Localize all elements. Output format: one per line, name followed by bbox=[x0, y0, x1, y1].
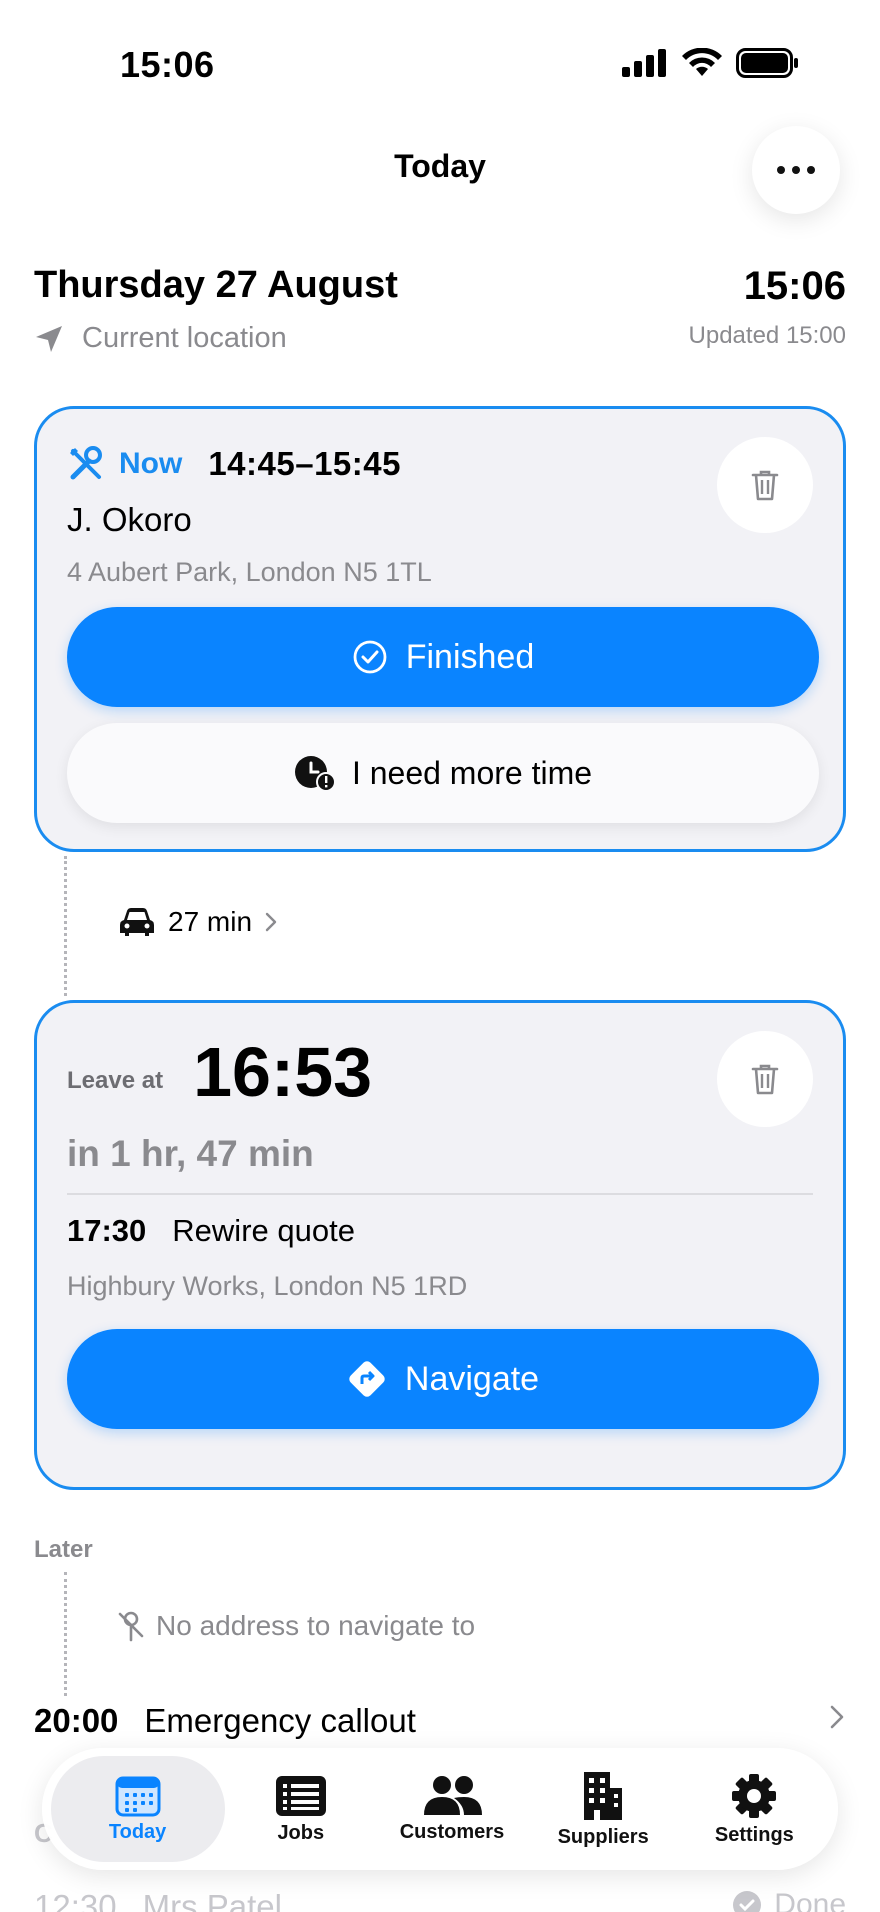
wifi-icon bbox=[682, 48, 722, 76]
checkmark-circle-icon bbox=[353, 640, 387, 674]
cellular-signal-icon bbox=[622, 49, 666, 77]
tab-today[interactable]: Today bbox=[50, 1756, 225, 1862]
updated-label: Updated 15:00 bbox=[688, 322, 846, 349]
trash-icon bbox=[751, 1064, 779, 1095]
tab-label: Today bbox=[108, 1820, 167, 1843]
building-icon bbox=[584, 1771, 623, 1820]
later-job-row[interactable]: 20:00 Emergency callout bbox=[34, 1702, 846, 1740]
done-badge: Done bbox=[732, 1888, 846, 1912]
tab-bar: Today Jobs Customers Suppliers Settings bbox=[42, 1748, 838, 1870]
more-dot bbox=[807, 166, 815, 174]
completed-job-time: 12:30 bbox=[34, 1888, 117, 1912]
next-job-card[interactable]: Leave at 16:53 in 1 hr, 47 min 17:30 Rew… bbox=[34, 1000, 846, 1490]
checkmark-circle-icon bbox=[733, 1891, 762, 1912]
status-bar: 15:06 bbox=[0, 0, 880, 120]
tab-label: Settings bbox=[714, 1823, 794, 1846]
current-job-header: Now 14:45–15:45 bbox=[67, 445, 401, 483]
no-address-row: No address to navigate to bbox=[116, 1610, 475, 1642]
next-job-address: Highbury Works, London N5 1RD bbox=[67, 1271, 468, 1301]
leave-at-label: Leave at bbox=[67, 1067, 164, 1094]
page-title: Today bbox=[394, 148, 486, 184]
more-dot bbox=[792, 166, 800, 174]
more-dot bbox=[777, 166, 785, 174]
people-icon bbox=[423, 1775, 482, 1815]
status-icons bbox=[622, 48, 800, 78]
calendar-icon bbox=[115, 1776, 161, 1816]
tools-icon bbox=[70, 446, 102, 480]
location-row[interactable]: Current location bbox=[34, 322, 287, 355]
date-title: Thursday 27 August bbox=[34, 264, 398, 306]
tab-label: Suppliers bbox=[557, 1825, 649, 1848]
leave-countdown: in 1 hr, 47 min bbox=[67, 1133, 314, 1174]
delete-job-button[interactable] bbox=[717, 437, 813, 533]
later-job-time: 20:00 bbox=[34, 1702, 119, 1739]
delete-job-button[interactable] bbox=[717, 1031, 813, 1127]
gear-icon bbox=[732, 1773, 777, 1818]
finished-button[interactable]: Finished bbox=[67, 607, 819, 707]
more-time-label: I need more time bbox=[351, 754, 593, 791]
location-label: Current location bbox=[82, 322, 287, 354]
battery-icon bbox=[736, 48, 798, 78]
customer-name: J. Okoro bbox=[67, 501, 192, 538]
navigate-label: Navigate bbox=[404, 1359, 540, 1398]
travel-duration: 27 min bbox=[168, 906, 253, 937]
finished-label: Finished bbox=[405, 637, 535, 676]
now-badge: Now bbox=[119, 447, 183, 480]
status-time: 15:06 bbox=[120, 44, 215, 85]
current-clock: 15:06 bbox=[743, 264, 846, 308]
completed-job-title: Mrs Patel bbox=[142, 1888, 282, 1912]
done-label: Done bbox=[774, 1888, 846, 1912]
timeline-connector bbox=[64, 856, 67, 996]
tab-settings[interactable]: Settings bbox=[679, 1756, 829, 1862]
more-time-button[interactable]: I need more time bbox=[67, 723, 819, 823]
divider bbox=[67, 1193, 813, 1195]
next-job-row: 17:30 Rewire quote bbox=[67, 1213, 355, 1249]
tab-customers[interactable]: Customers bbox=[377, 1756, 527, 1862]
directions-icon bbox=[349, 1361, 385, 1397]
tab-jobs[interactable]: Jobs bbox=[226, 1756, 376, 1862]
job-time-range: 14:45–15:45 bbox=[208, 445, 401, 482]
clock-alert-icon bbox=[294, 756, 336, 792]
more-options-button[interactable] bbox=[752, 126, 840, 214]
tab-suppliers[interactable]: Suppliers bbox=[528, 1756, 678, 1862]
later-section-label: Later bbox=[34, 1536, 93, 1563]
leave-at-row: Leave at 16:53 bbox=[67, 1037, 372, 1107]
current-job-card[interactable]: Now 14:45–15:45 J. Okoro 4 Aubert Park, … bbox=[34, 406, 846, 852]
next-job-time: 17:30 bbox=[67, 1213, 147, 1248]
tab-label: Jobs bbox=[277, 1821, 325, 1844]
day-summary: Thursday 27 August 15:06 Current locatio… bbox=[34, 264, 846, 354]
job-address: 4 Aubert Park, London N5 1TL bbox=[67, 557, 432, 587]
leave-time: 16:53 bbox=[193, 1033, 373, 1111]
chevron-right-icon bbox=[265, 912, 277, 932]
car-icon bbox=[120, 908, 154, 936]
navigate-button[interactable]: Navigate bbox=[67, 1329, 819, 1429]
chevron-right-icon bbox=[830, 1705, 844, 1729]
trash-icon bbox=[751, 470, 779, 501]
later-job-title: Emergency callout bbox=[144, 1702, 416, 1739]
pin-slash-icon bbox=[118, 1611, 144, 1642]
no-address-text: No address to navigate to bbox=[156, 1610, 476, 1641]
travel-time-row[interactable]: 27 min bbox=[118, 906, 278, 938]
location-arrow-icon bbox=[36, 325, 62, 352]
completed-job-row[interactable]: 12:30 Mrs Patel bbox=[34, 1888, 846, 1912]
list-icon bbox=[275, 1775, 326, 1816]
timeline-connector bbox=[64, 1572, 67, 1696]
tab-label: Customers bbox=[399, 1820, 505, 1843]
next-job-title: Rewire quote bbox=[172, 1213, 355, 1248]
